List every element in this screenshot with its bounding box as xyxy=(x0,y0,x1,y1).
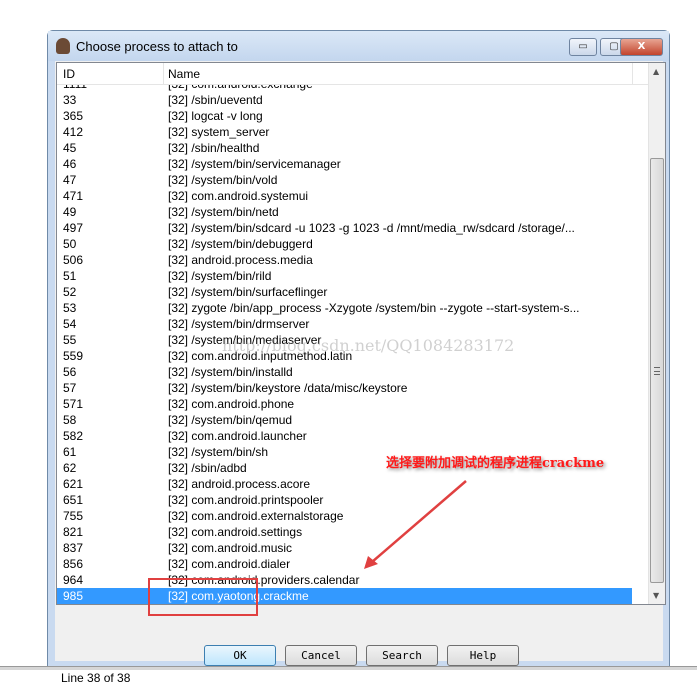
annotation-arrow xyxy=(364,480,467,569)
arrow-line xyxy=(371,480,467,563)
desktop-edge xyxy=(0,666,697,670)
status-text: Line 38 of 38 xyxy=(61,671,131,685)
